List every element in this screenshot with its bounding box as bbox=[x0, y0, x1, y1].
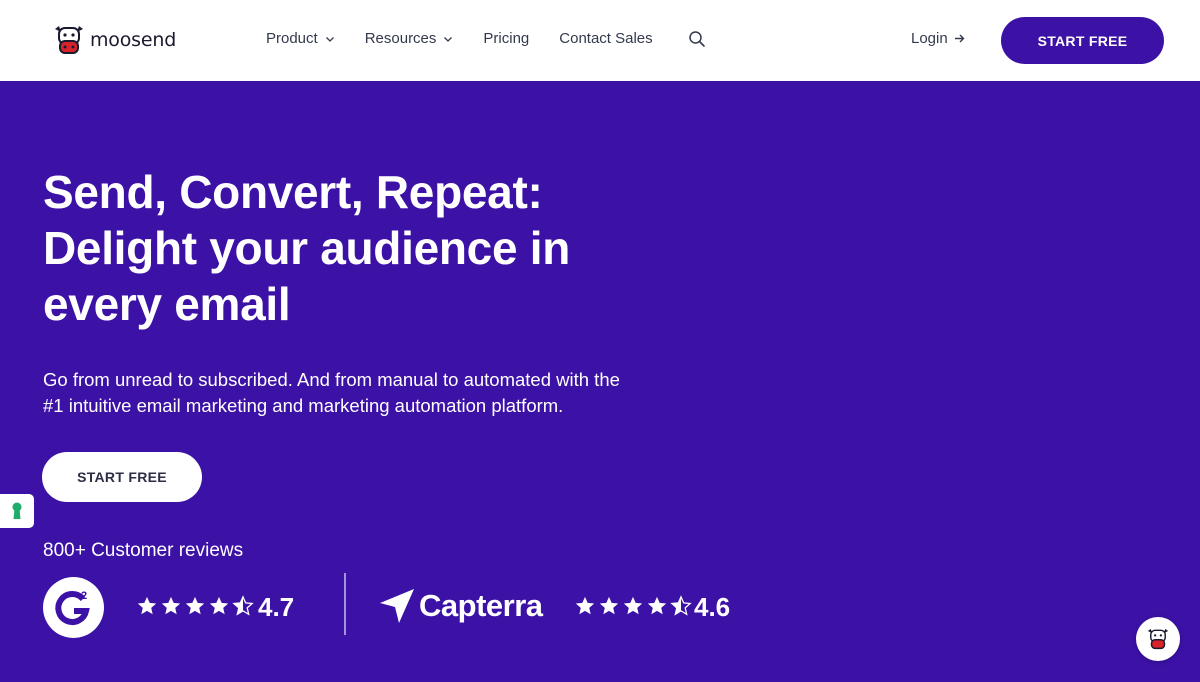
cow-chat-icon bbox=[1147, 628, 1169, 650]
star-icon bbox=[647, 596, 667, 615]
capterra-arrow-icon bbox=[380, 589, 414, 623]
capterra-name: Capterra bbox=[419, 588, 543, 623]
header-start-free-button[interactable]: START FREE bbox=[1001, 17, 1164, 64]
hero-title-line: Send, Convert, Repeat: bbox=[43, 166, 543, 218]
capterra-logo[interactable]: Capterra bbox=[379, 588, 543, 624]
star-icon bbox=[209, 596, 229, 615]
nav-item-label: Resources bbox=[364, 30, 437, 47]
hero-title: Send, Convert, Repeat: Delight your audi… bbox=[43, 164, 723, 332]
hero-start-free-button[interactable]: START FREE bbox=[42, 452, 202, 502]
half-star-icon bbox=[670, 595, 692, 616]
reviews-divider bbox=[344, 573, 346, 635]
g2-badge-text: 2 bbox=[81, 590, 87, 602]
star-icon bbox=[185, 596, 205, 615]
capterra-stars bbox=[574, 595, 694, 617]
g2-logo-icon: 2 bbox=[55, 590, 90, 626]
half-star-icon bbox=[232, 595, 254, 616]
chevron-down-icon bbox=[444, 36, 453, 42]
login-label: Login bbox=[911, 30, 948, 47]
g2-rating: 4.7 bbox=[258, 592, 295, 622]
chevron-down-icon bbox=[325, 36, 334, 42]
star-icon bbox=[599, 596, 619, 615]
hero-subtitle-line: Go from unread to subscribed. And from m… bbox=[43, 369, 620, 390]
brand-name: moosend bbox=[90, 29, 177, 51]
site-header: moosend Product Resources Pricing Contac… bbox=[0, 0, 1200, 81]
reviews-count-label: 800+ Customer reviews bbox=[43, 540, 244, 561]
nav-item-label: Pricing bbox=[483, 30, 530, 47]
nav-item-contact-sales[interactable]: Contact Sales bbox=[559, 30, 652, 47]
brand-logo[interactable]: moosend bbox=[52, 22, 176, 58]
keyhole-icon bbox=[12, 502, 22, 519]
nav-item-product[interactable]: Product bbox=[266, 30, 335, 47]
accessibility-tab[interactable] bbox=[0, 494, 34, 528]
g2-stars bbox=[136, 595, 256, 617]
hero-title-line: Delight your audience in bbox=[43, 222, 570, 274]
nav-item-resources[interactable]: Resources bbox=[365, 30, 454, 47]
cow-logo-icon bbox=[55, 26, 83, 54]
nav-item-label: Product bbox=[266, 30, 318, 47]
login-link[interactable]: Login bbox=[911, 30, 965, 47]
search-icon[interactable] bbox=[688, 30, 706, 48]
capterra-rating: 4.6 bbox=[694, 592, 731, 622]
chat-widget-button[interactable] bbox=[1136, 617, 1180, 661]
star-icon bbox=[137, 596, 157, 615]
star-icon bbox=[623, 596, 643, 615]
hero-title-line: every email bbox=[43, 278, 291, 330]
hero-subtitle-line: #1 intuitive email marketing and marketi… bbox=[43, 394, 564, 416]
nav-item-pricing[interactable]: Pricing bbox=[483, 30, 529, 47]
hero-subtitle: Go from unread to subscribed. And from m… bbox=[43, 367, 703, 418]
nav-item-label: Contact Sales bbox=[559, 30, 653, 47]
g2-badge[interactable]: 2 bbox=[43, 577, 104, 638]
main-nav: Product Resources Pricing Contact Sales bbox=[266, 30, 683, 47]
star-icon bbox=[161, 596, 181, 615]
arrow-right-icon bbox=[954, 34, 965, 43]
star-icon bbox=[575, 596, 595, 615]
